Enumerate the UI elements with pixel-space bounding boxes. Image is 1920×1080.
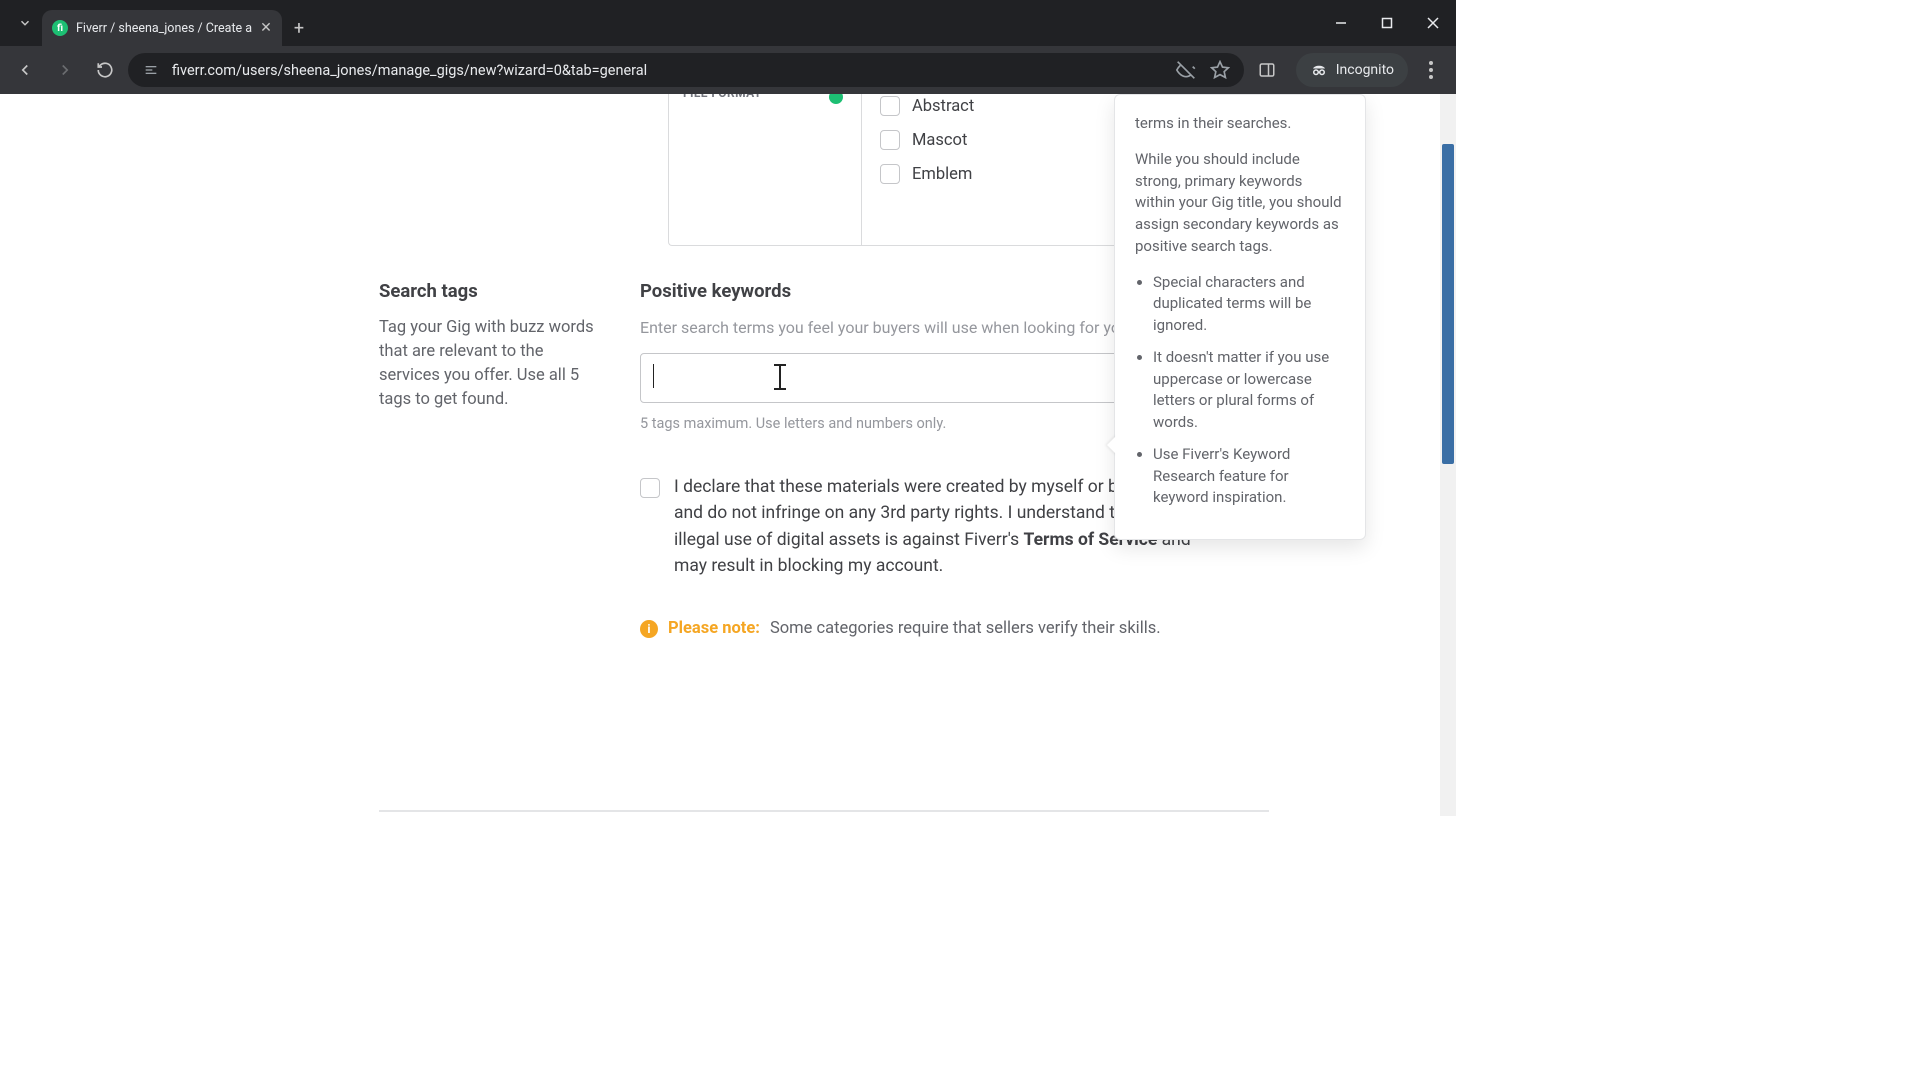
incognito-chip[interactable]: Incognito [1296, 53, 1408, 87]
check-circle-icon [829, 94, 843, 104]
option-label: Emblem [912, 165, 972, 184]
side-panel-icon[interactable] [1250, 53, 1284, 87]
fiverr-favicon-icon: fi [52, 20, 68, 36]
address-bar[interactable]: fiverr.com/users/sheena_jones/manage_gig… [128, 53, 1244, 87]
browser-tab-strip: fi Fiverr / sheena_jones / Create a ✕ + [0, 0, 1456, 46]
page-viewport: FILE FORMAT Abstract Mascot Emblem [0, 94, 1456, 816]
declaration-checkbox[interactable] [640, 478, 660, 498]
browser-menu-button[interactable] [1414, 53, 1448, 87]
please-note-label: Please note: [668, 619, 760, 638]
tooltip-bullet: It doesn't matter if you use uppercase o… [1153, 347, 1345, 434]
tooltip-para: While you should include strong, primary… [1135, 149, 1345, 258]
search-tags-heading: Search tags [379, 280, 604, 302]
close-window-button[interactable] [1410, 0, 1456, 46]
tooltip-line-partial: terms in their searches. [1135, 113, 1345, 135]
checkbox-icon [880, 96, 900, 116]
tab-search-dropdown[interactable] [8, 6, 42, 40]
close-tab-icon[interactable]: ✕ [260, 20, 272, 36]
forward-button[interactable] [48, 53, 82, 87]
new-tab-button[interactable]: + [282, 10, 316, 46]
tooltip-list: Special characters and duplicated terms … [1135, 272, 1345, 510]
text-caret-icon [653, 364, 654, 388]
file-format-column: FILE FORMAT [668, 94, 861, 246]
scrollbar-thumb[interactable] [1442, 144, 1454, 464]
browser-tab[interactable]: fi Fiverr / sheena_jones / Create a ✕ [42, 10, 282, 46]
checkbox-icon [880, 164, 900, 184]
url-text: fiverr.com/users/sheena_jones/manage_gig… [172, 62, 1164, 79]
reload-button[interactable] [88, 53, 122, 87]
site-info-icon[interactable] [142, 61, 160, 79]
incognito-icon [1310, 61, 1328, 79]
incognito-label: Incognito [1336, 62, 1394, 78]
tooltip-bullet: Special characters and duplicated terms … [1153, 272, 1345, 337]
tab-title: Fiverr / sheena_jones / Create a [76, 21, 252, 36]
checkbox-icon [880, 130, 900, 150]
eye-off-icon[interactable] [1176, 60, 1196, 80]
please-note-row: i Please note: Some categories require t… [640, 619, 1212, 638]
vertical-scrollbar[interactable] [1440, 94, 1456, 816]
file-format-label: FILE FORMAT [683, 94, 762, 100]
tooltip-arrow-icon [1107, 435, 1117, 455]
please-note-text: Some categories require that sellers ver… [770, 619, 1161, 638]
browser-toolbar: fiverr.com/users/sheena_jones/manage_gig… [0, 46, 1456, 94]
info-icon: i [640, 620, 658, 638]
text-cursor-icon [779, 366, 781, 388]
maximize-button[interactable] [1364, 0, 1410, 46]
card-divider [379, 810, 1269, 812]
window-controls [1318, 0, 1456, 46]
search-tags-help: Tag your Gig with buzz words that are re… [379, 316, 604, 412]
option-label: Abstract [912, 97, 974, 116]
tips-tooltip: terms in their searches. While you shoul… [1114, 94, 1366, 540]
star-icon[interactable] [1210, 60, 1230, 80]
tooltip-bullet: Use Fiverr's Keyword Research feature fo… [1153, 444, 1345, 509]
option-label: Mascot [912, 131, 967, 150]
minimize-button[interactable] [1318, 0, 1364, 46]
back-button[interactable] [8, 53, 42, 87]
